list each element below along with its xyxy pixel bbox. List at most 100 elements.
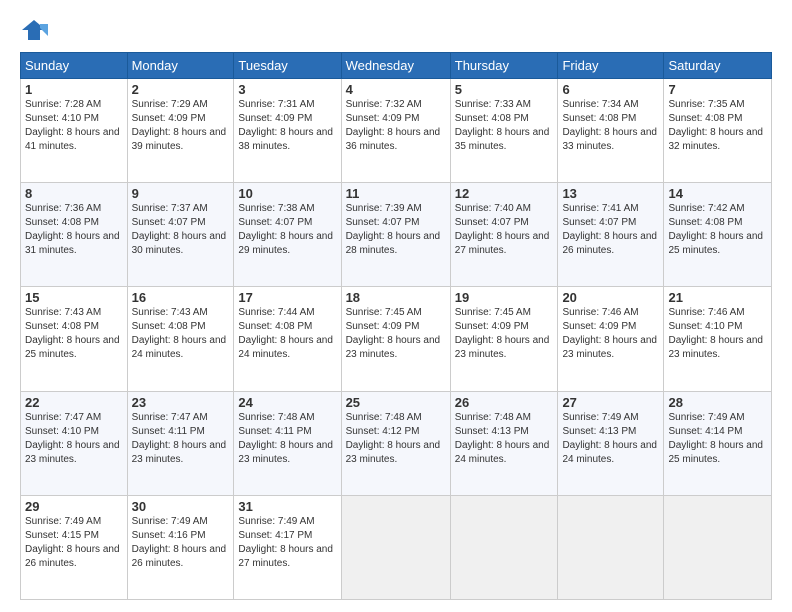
calendar-cell: [341, 495, 450, 599]
calendar-cell: 30Sunrise: 7:49 AMSunset: 4:16 PMDayligh…: [127, 495, 234, 599]
day-info: Sunrise: 7:37 AMSunset: 4:07 PMDaylight:…: [132, 202, 230, 258]
page: SundayMondayTuesdayWednesdayThursdayFrid…: [0, 0, 792, 612]
day-info: Sunrise: 7:49 AMSunset: 4:14 PMDaylight:…: [668, 411, 767, 467]
day-info: Sunrise: 7:36 AMSunset: 4:08 PMDaylight:…: [25, 202, 123, 258]
calendar-cell: [664, 495, 772, 599]
calendar-cell: 6Sunrise: 7:34 AMSunset: 4:08 PMDaylight…: [558, 79, 664, 183]
day-number: 3: [238, 82, 336, 97]
day-info: Sunrise: 7:43 AMSunset: 4:08 PMDaylight:…: [132, 306, 230, 362]
calendar-cell: 26Sunrise: 7:48 AMSunset: 4:13 PMDayligh…: [450, 391, 558, 495]
day-header-friday: Friday: [558, 53, 664, 79]
day-number: 1: [25, 82, 123, 97]
day-info: Sunrise: 7:43 AMSunset: 4:08 PMDaylight:…: [25, 306, 123, 362]
day-number: 6: [562, 82, 659, 97]
header-row: SundayMondayTuesdayWednesdayThursdayFrid…: [21, 53, 772, 79]
calendar-cell: 1Sunrise: 7:28 AMSunset: 4:10 PMDaylight…: [21, 79, 128, 183]
calendar-cell: 12Sunrise: 7:40 AMSunset: 4:07 PMDayligh…: [450, 183, 558, 287]
day-number: 10: [238, 186, 336, 201]
day-number: 29: [25, 499, 123, 514]
week-row-5: 29Sunrise: 7:49 AMSunset: 4:15 PMDayligh…: [21, 495, 772, 599]
calendar-cell: 9Sunrise: 7:37 AMSunset: 4:07 PMDaylight…: [127, 183, 234, 287]
day-info: Sunrise: 7:28 AMSunset: 4:10 PMDaylight:…: [25, 98, 123, 154]
calendar-cell: 18Sunrise: 7:45 AMSunset: 4:09 PMDayligh…: [341, 287, 450, 391]
day-info: Sunrise: 7:48 AMSunset: 4:13 PMDaylight:…: [455, 411, 554, 467]
logo-icon: [20, 16, 48, 44]
day-info: Sunrise: 7:49 AMSunset: 4:15 PMDaylight:…: [25, 515, 123, 571]
day-number: 28: [668, 395, 767, 410]
calendar-cell: 28Sunrise: 7:49 AMSunset: 4:14 PMDayligh…: [664, 391, 772, 495]
day-info: Sunrise: 7:47 AMSunset: 4:11 PMDaylight:…: [132, 411, 230, 467]
calendar-cell: 11Sunrise: 7:39 AMSunset: 4:07 PMDayligh…: [341, 183, 450, 287]
logo: [20, 16, 52, 44]
day-number: 4: [346, 82, 446, 97]
calendar-cell: 23Sunrise: 7:47 AMSunset: 4:11 PMDayligh…: [127, 391, 234, 495]
day-info: Sunrise: 7:31 AMSunset: 4:09 PMDaylight:…: [238, 98, 336, 154]
day-number: 18: [346, 290, 446, 305]
calendar-cell: 25Sunrise: 7:48 AMSunset: 4:12 PMDayligh…: [341, 391, 450, 495]
day-number: 8: [25, 186, 123, 201]
calendar-cell: 5Sunrise: 7:33 AMSunset: 4:08 PMDaylight…: [450, 79, 558, 183]
day-number: 27: [562, 395, 659, 410]
day-info: Sunrise: 7:39 AMSunset: 4:07 PMDaylight:…: [346, 202, 446, 258]
day-number: 7: [668, 82, 767, 97]
calendar-cell: 16Sunrise: 7:43 AMSunset: 4:08 PMDayligh…: [127, 287, 234, 391]
day-info: Sunrise: 7:48 AMSunset: 4:11 PMDaylight:…: [238, 411, 336, 467]
day-info: Sunrise: 7:47 AMSunset: 4:10 PMDaylight:…: [25, 411, 123, 467]
day-number: 23: [132, 395, 230, 410]
day-number: 17: [238, 290, 336, 305]
calendar-cell: 3Sunrise: 7:31 AMSunset: 4:09 PMDaylight…: [234, 79, 341, 183]
day-info: Sunrise: 7:48 AMSunset: 4:12 PMDaylight:…: [346, 411, 446, 467]
day-info: Sunrise: 7:35 AMSunset: 4:08 PMDaylight:…: [668, 98, 767, 154]
calendar-cell: 19Sunrise: 7:45 AMSunset: 4:09 PMDayligh…: [450, 287, 558, 391]
week-row-2: 8Sunrise: 7:36 AMSunset: 4:08 PMDaylight…: [21, 183, 772, 287]
calendar-cell: 4Sunrise: 7:32 AMSunset: 4:09 PMDaylight…: [341, 79, 450, 183]
day-number: 11: [346, 186, 446, 201]
day-header-monday: Monday: [127, 53, 234, 79]
calendar-cell: 20Sunrise: 7:46 AMSunset: 4:09 PMDayligh…: [558, 287, 664, 391]
day-info: Sunrise: 7:49 AMSunset: 4:16 PMDaylight:…: [132, 515, 230, 571]
calendar-cell: 10Sunrise: 7:38 AMSunset: 4:07 PMDayligh…: [234, 183, 341, 287]
day-number: 31: [238, 499, 336, 514]
day-number: 16: [132, 290, 230, 305]
day-header-saturday: Saturday: [664, 53, 772, 79]
day-number: 22: [25, 395, 123, 410]
day-info: Sunrise: 7:46 AMSunset: 4:10 PMDaylight:…: [668, 306, 767, 362]
calendar-cell: 22Sunrise: 7:47 AMSunset: 4:10 PMDayligh…: [21, 391, 128, 495]
calendar-table: SundayMondayTuesdayWednesdayThursdayFrid…: [20, 52, 772, 600]
day-info: Sunrise: 7:49 AMSunset: 4:17 PMDaylight:…: [238, 515, 336, 571]
calendar-cell: 17Sunrise: 7:44 AMSunset: 4:08 PMDayligh…: [234, 287, 341, 391]
day-number: 30: [132, 499, 230, 514]
calendar-cell: 2Sunrise: 7:29 AMSunset: 4:09 PMDaylight…: [127, 79, 234, 183]
day-number: 24: [238, 395, 336, 410]
day-number: 20: [562, 290, 659, 305]
day-header-wednesday: Wednesday: [341, 53, 450, 79]
day-info: Sunrise: 7:44 AMSunset: 4:08 PMDaylight:…: [238, 306, 336, 362]
calendar-cell: 27Sunrise: 7:49 AMSunset: 4:13 PMDayligh…: [558, 391, 664, 495]
calendar-cell: 7Sunrise: 7:35 AMSunset: 4:08 PMDaylight…: [664, 79, 772, 183]
week-row-4: 22Sunrise: 7:47 AMSunset: 4:10 PMDayligh…: [21, 391, 772, 495]
day-number: 14: [668, 186, 767, 201]
day-info: Sunrise: 7:45 AMSunset: 4:09 PMDaylight:…: [455, 306, 554, 362]
day-info: Sunrise: 7:46 AMSunset: 4:09 PMDaylight:…: [562, 306, 659, 362]
day-number: 5: [455, 82, 554, 97]
day-number: 2: [132, 82, 230, 97]
day-info: Sunrise: 7:29 AMSunset: 4:09 PMDaylight:…: [132, 98, 230, 154]
day-info: Sunrise: 7:34 AMSunset: 4:08 PMDaylight:…: [562, 98, 659, 154]
header: [20, 16, 772, 44]
day-info: Sunrise: 7:33 AMSunset: 4:08 PMDaylight:…: [455, 98, 554, 154]
day-info: Sunrise: 7:42 AMSunset: 4:08 PMDaylight:…: [668, 202, 767, 258]
day-number: 15: [25, 290, 123, 305]
calendar-cell: 31Sunrise: 7:49 AMSunset: 4:17 PMDayligh…: [234, 495, 341, 599]
day-number: 21: [668, 290, 767, 305]
day-header-thursday: Thursday: [450, 53, 558, 79]
calendar-cell: 14Sunrise: 7:42 AMSunset: 4:08 PMDayligh…: [664, 183, 772, 287]
calendar-cell: 21Sunrise: 7:46 AMSunset: 4:10 PMDayligh…: [664, 287, 772, 391]
day-number: 19: [455, 290, 554, 305]
day-number: 13: [562, 186, 659, 201]
calendar-cell: [450, 495, 558, 599]
day-header-sunday: Sunday: [21, 53, 128, 79]
day-info: Sunrise: 7:38 AMSunset: 4:07 PMDaylight:…: [238, 202, 336, 258]
week-row-1: 1Sunrise: 7:28 AMSunset: 4:10 PMDaylight…: [21, 79, 772, 183]
day-number: 12: [455, 186, 554, 201]
calendar-cell: 13Sunrise: 7:41 AMSunset: 4:07 PMDayligh…: [558, 183, 664, 287]
